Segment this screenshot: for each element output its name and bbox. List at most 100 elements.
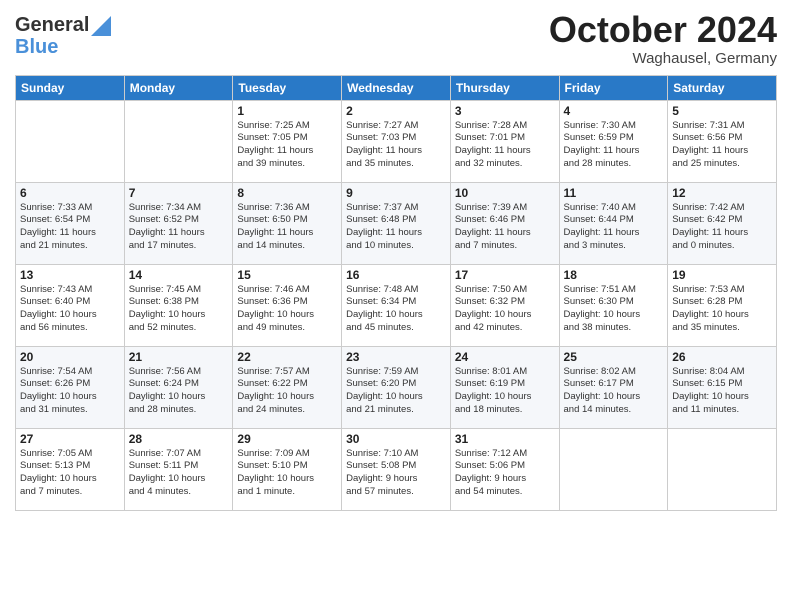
- cell-info: Sunrise: 7:56 AM: [129, 366, 229, 379]
- cell-info: Daylight: 10 hours: [564, 309, 664, 322]
- cell-info: Daylight: 11 hours: [672, 145, 772, 158]
- cell-info: Sunrise: 7:09 AM: [237, 448, 337, 461]
- cell-info: Sunrise: 7:10 AM: [346, 448, 446, 461]
- cell-info: Sunrise: 7:31 AM: [672, 120, 772, 133]
- cell-info: Sunrise: 7:25 AM: [237, 120, 337, 133]
- cell-info: and 28 minutes.: [564, 158, 664, 171]
- col-header-friday: Friday: [559, 75, 668, 100]
- cell-info: Daylight: 10 hours: [129, 473, 229, 486]
- day-number: 18: [564, 268, 664, 282]
- logo-triangle-icon: [91, 16, 111, 36]
- day-number: 26: [672, 350, 772, 364]
- calendar-cell: [16, 100, 125, 182]
- calendar-cell: 28Sunrise: 7:07 AMSunset: 5:11 PMDayligh…: [124, 428, 233, 510]
- day-number: 13: [20, 268, 120, 282]
- cell-info: Sunset: 6:42 PM: [672, 214, 772, 227]
- cell-info: Sunset: 5:10 PM: [237, 460, 337, 473]
- calendar-cell: 14Sunrise: 7:45 AMSunset: 6:38 PMDayligh…: [124, 264, 233, 346]
- cell-info: Daylight: 10 hours: [564, 391, 664, 404]
- cell-info: Sunset: 7:05 PM: [237, 132, 337, 145]
- calendar-table: SundayMondayTuesdayWednesdayThursdayFrid…: [15, 75, 777, 511]
- calendar-cell: 26Sunrise: 8:04 AMSunset: 6:15 PMDayligh…: [668, 346, 777, 428]
- cell-info: and 49 minutes.: [237, 322, 337, 335]
- cell-info: and 38 minutes.: [564, 322, 664, 335]
- cell-info: Daylight: 9 hours: [346, 473, 446, 486]
- calendar-cell: 27Sunrise: 7:05 AMSunset: 5:13 PMDayligh…: [16, 428, 125, 510]
- cell-info: Sunset: 6:59 PM: [564, 132, 664, 145]
- cell-info: Sunset: 6:34 PM: [346, 296, 446, 309]
- calendar-cell: 2Sunrise: 7:27 AMSunset: 7:03 PMDaylight…: [342, 100, 451, 182]
- calendar-cell: 19Sunrise: 7:53 AMSunset: 6:28 PMDayligh…: [668, 264, 777, 346]
- day-number: 7: [129, 186, 229, 200]
- cell-info: Daylight: 11 hours: [237, 227, 337, 240]
- cell-info: Sunset: 6:48 PM: [346, 214, 446, 227]
- cell-info: Sunset: 6:54 PM: [20, 214, 120, 227]
- col-header-tuesday: Tuesday: [233, 75, 342, 100]
- day-number: 22: [237, 350, 337, 364]
- day-number: 14: [129, 268, 229, 282]
- cell-info: and 18 minutes.: [455, 404, 555, 417]
- logo-blue: Blue: [15, 37, 58, 57]
- day-number: 29: [237, 432, 337, 446]
- cell-info: and 28 minutes.: [129, 404, 229, 417]
- calendar-cell: 4Sunrise: 7:30 AMSunset: 6:59 PMDaylight…: [559, 100, 668, 182]
- logo-line: General: [15, 14, 111, 37]
- cell-info: and 31 minutes.: [20, 404, 120, 417]
- calendar-cell: 25Sunrise: 8:02 AMSunset: 6:17 PMDayligh…: [559, 346, 668, 428]
- cell-info: Sunrise: 7:43 AM: [20, 284, 120, 297]
- calendar-cell: 12Sunrise: 7:42 AMSunset: 6:42 PMDayligh…: [668, 182, 777, 264]
- calendar-cell: 16Sunrise: 7:48 AMSunset: 6:34 PMDayligh…: [342, 264, 451, 346]
- calendar-cell: 22Sunrise: 7:57 AMSunset: 6:22 PMDayligh…: [233, 346, 342, 428]
- cell-info: Daylight: 11 hours: [672, 227, 772, 240]
- cell-info: and 35 minutes.: [672, 322, 772, 335]
- cell-info: Sunset: 6:56 PM: [672, 132, 772, 145]
- calendar-cell: 13 Sunrise: 7:43 AMSunset: 6:40 PMDayligh…: [16, 264, 125, 346]
- cell-info: Daylight: 11 hours: [455, 227, 555, 240]
- calendar-cell: 29Sunrise: 7:09 AMSunset: 5:10 PMDayligh…: [233, 428, 342, 510]
- cell-info: Daylight: 10 hours: [455, 309, 555, 322]
- cell-info: and 14 minutes.: [564, 404, 664, 417]
- cell-info: Sunrise: 7:57 AM: [237, 366, 337, 379]
- logo: General Blue: [15, 10, 111, 57]
- cell-info: Daylight: 10 hours: [20, 309, 120, 322]
- cell-info: Sunset: 5:11 PM: [129, 460, 229, 473]
- day-number: 25: [564, 350, 664, 364]
- cell-info: Sunset: 6:22 PM: [237, 378, 337, 391]
- calendar-cell: 9Sunrise: 7:37 AMSunset: 6:48 PMDaylight…: [342, 182, 451, 264]
- cell-info: Sunset: 6:40 PM: [20, 296, 120, 309]
- cell-info: and 17 minutes.: [129, 240, 229, 253]
- cell-info: Sunrise: 7:45 AM: [129, 284, 229, 297]
- day-number: 5: [672, 104, 772, 118]
- col-header-sunday: Sunday: [16, 75, 125, 100]
- week-row-2: 13Sunrise: 7:43 AMSunset: 6:40 PMDayligh…: [16, 264, 777, 346]
- col-header-thursday: Thursday: [450, 75, 559, 100]
- week-row-4: 27Sunrise: 7:05 AMSunset: 5:13 PMDayligh…: [16, 428, 777, 510]
- day-number: 16: [346, 268, 446, 282]
- cell-info: Sunset: 7:01 PM: [455, 132, 555, 145]
- cell-info: Daylight: 11 hours: [20, 227, 120, 240]
- cell-info: Sunset: 6:28 PM: [672, 296, 772, 309]
- cell-info: Sunset: 6:19 PM: [455, 378, 555, 391]
- cell-info: Daylight: 10 hours: [346, 309, 446, 322]
- cell-info: and 57 minutes.: [346, 486, 446, 499]
- cell-info: and 54 minutes.: [455, 486, 555, 499]
- day-number: 28: [129, 432, 229, 446]
- col-header-saturday: Saturday: [668, 75, 777, 100]
- cell-info: Sunrise: 7:54 AM: [20, 366, 120, 379]
- cell-info: Sunset: 6:20 PM: [346, 378, 446, 391]
- cell-info: Sunset: 6:44 PM: [564, 214, 664, 227]
- cell-info: Sunset: 6:30 PM: [564, 296, 664, 309]
- cell-info: Sunset: 6:24 PM: [129, 378, 229, 391]
- cell-info: Daylight: 11 hours: [129, 227, 229, 240]
- cell-info: and 35 minutes.: [346, 158, 446, 171]
- cell-info: and 21 minutes.: [346, 404, 446, 417]
- cell-info: Sunset: 6:52 PM: [129, 214, 229, 227]
- calendar-cell: [668, 428, 777, 510]
- day-number: 27: [20, 432, 120, 446]
- calendar-cell: 17Sunrise: 7:50 AMSunset: 6:32 PMDayligh…: [450, 264, 559, 346]
- cell-info: Daylight: 10 hours: [672, 309, 772, 322]
- day-number: 12: [672, 186, 772, 200]
- cell-info: Daylight: 11 hours: [564, 145, 664, 158]
- calendar-cell: 20Sunrise: 7:54 AMSunset: 6:26 PMDayligh…: [16, 346, 125, 428]
- cell-info: Daylight: 11 hours: [564, 227, 664, 240]
